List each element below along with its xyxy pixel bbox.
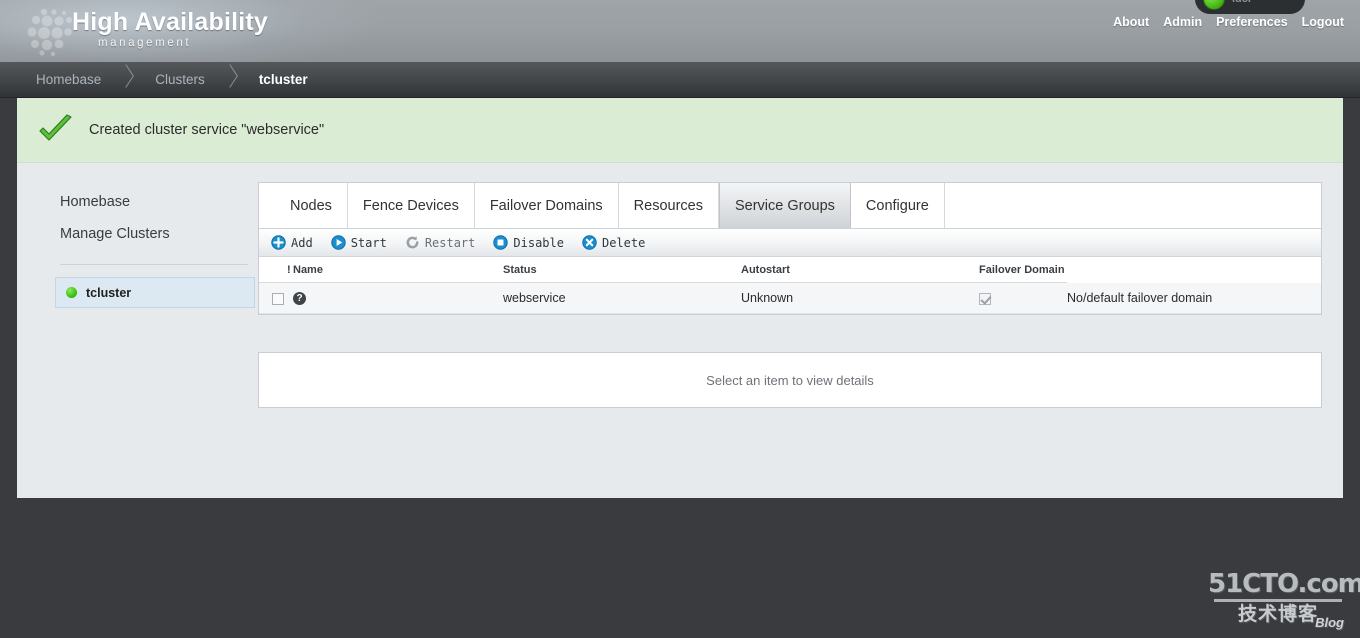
watermark: 51CTO.com 技术博客 Blog — [1208, 569, 1360, 630]
green-check-icon — [39, 114, 72, 141]
column-header-name: Name — [293, 257, 503, 283]
row-flag-cell: ? — [293, 282, 503, 315]
start-button[interactable]: Start — [330, 235, 387, 250]
success-notification: Created cluster service "webservice" — [17, 98, 1343, 163]
breadcrumb: Homebase Clusters tcluster — [20, 62, 324, 98]
application-window: High Availability management luci About … — [0, 0, 1360, 638]
column-header-flag: ! — [259, 257, 293, 283]
refresh-circle-icon — [406, 236, 419, 249]
brand-main-text: High Availability — [72, 8, 269, 36]
breadcrumb-item-clusters[interactable]: Clusters — [139, 62, 221, 98]
tab-failover-domains[interactable]: Failover Domains — [475, 183, 619, 228]
breadcrumb-item-current: tcluster — [258, 72, 308, 87]
stop-circle-icon — [493, 235, 509, 250]
brand-sub-text: management — [98, 37, 192, 49]
row-select-cell[interactable] — [259, 282, 293, 315]
plus-circle-icon — [271, 235, 286, 250]
watermark-bottom-row: 技术博客 Blog — [1208, 604, 1348, 630]
watermark-site: 51CTO.com — [1208, 569, 1360, 599]
delete-button-label: Delete — [601, 235, 646, 250]
row-autostart-cell — [979, 282, 1067, 315]
details-placeholder: Select an item to view details — [706, 372, 874, 388]
column-header-autostart: Autostart — [741, 257, 979, 283]
service-groups-table: ! Name Status Autostart Failover Domain … — [259, 257, 1321, 315]
service-groups-panel: Nodes Fence Devices Failover Domains Res… — [258, 182, 1322, 316]
tab-fence-devices[interactable]: Fence Devices — [348, 183, 475, 228]
start-button-label: Start — [350, 235, 387, 250]
sidebar-item-tcluster[interactable]: tcluster — [55, 277, 255, 308]
chevron-right-icon — [117, 62, 139, 98]
green-status-dot-icon — [1203, 0, 1225, 10]
restart-button[interactable]: Restart — [405, 235, 476, 250]
row-select-checkbox[interactable] — [272, 292, 284, 305]
watermark-tag: Blog — [1315, 615, 1344, 630]
add-button[interactable]: Add — [271, 235, 313, 250]
chevron-right-icon — [221, 62, 243, 98]
brand-title: High Availability management — [72, 8, 268, 50]
row-failover-domain: No/default failover domain — [1067, 282, 1321, 315]
nav-link-about[interactable]: About — [1113, 15, 1149, 29]
action-toolbar: Add Start Restart Disable Delete — [259, 229, 1321, 257]
watermark-rule — [1214, 599, 1342, 602]
restart-button-label: Restart — [424, 235, 476, 250]
sidebar: Homebase Manage Clusters tcluster — [42, 186, 266, 308]
column-header-failover-domain: Failover Domain — [979, 257, 1067, 283]
disable-button-label: Disable — [513, 235, 564, 250]
x-circle-icon — [582, 235, 597, 250]
green-status-dot-icon — [66, 287, 77, 298]
disable-button[interactable]: Disable — [493, 235, 564, 250]
tab-configure[interactable]: Configure — [851, 183, 945, 228]
column-header-status: Status — [503, 257, 741, 283]
app-header: High Availability management luci About … — [0, 0, 1360, 62]
add-button-label: Add — [291, 235, 313, 250]
status-pill-label: luci — [1232, 0, 1251, 5]
table-row[interactable]: ? webservice Unknown No/default failover… — [259, 282, 1321, 315]
sidebar-item-manage-clusters[interactable]: Manage Clusters — [42, 218, 266, 250]
sidebar-cluster-label: tcluster — [86, 285, 132, 300]
row-status: Unknown — [741, 282, 979, 315]
header-nav-links: About Admin Preferences Logout — [1113, 15, 1344, 29]
tab-nodes[interactable]: Nodes — [275, 183, 348, 228]
nav-link-admin[interactable]: Admin — [1163, 15, 1202, 29]
breadcrumb-item-homebase[interactable]: Homebase — [20, 62, 117, 98]
nav-link-logout[interactable]: Logout — [1302, 15, 1344, 29]
play-circle-icon — [330, 235, 346, 250]
autostart-checkbox[interactable] — [979, 292, 991, 305]
tab-service-groups[interactable]: Service Groups — [718, 183, 851, 228]
status-pill[interactable]: luci — [1195, 0, 1305, 14]
nav-link-preferences[interactable]: Preferences — [1216, 15, 1288, 29]
delete-button[interactable]: Delete — [582, 235, 645, 250]
tab-bar: Nodes Fence Devices Failover Domains Res… — [259, 183, 1321, 229]
watermark-subtitle: 技术博客 — [1237, 604, 1318, 625]
sidebar-item-homebase[interactable]: Homebase — [42, 186, 266, 218]
question-mark-icon: ? — [293, 292, 306, 306]
row-name: webservice — [503, 282, 741, 315]
table-header-row: ! Name Status Autostart Failover Domain — [259, 257, 1321, 283]
breadcrumb-bar: Homebase Clusters tcluster — [0, 62, 1360, 98]
details-panel: Select an item to view details — [258, 352, 1322, 408]
tab-resources[interactable]: Resources — [619, 183, 719, 228]
sidebar-divider — [60, 264, 248, 265]
notification-message: Created cluster service "webservice" — [89, 122, 325, 138]
